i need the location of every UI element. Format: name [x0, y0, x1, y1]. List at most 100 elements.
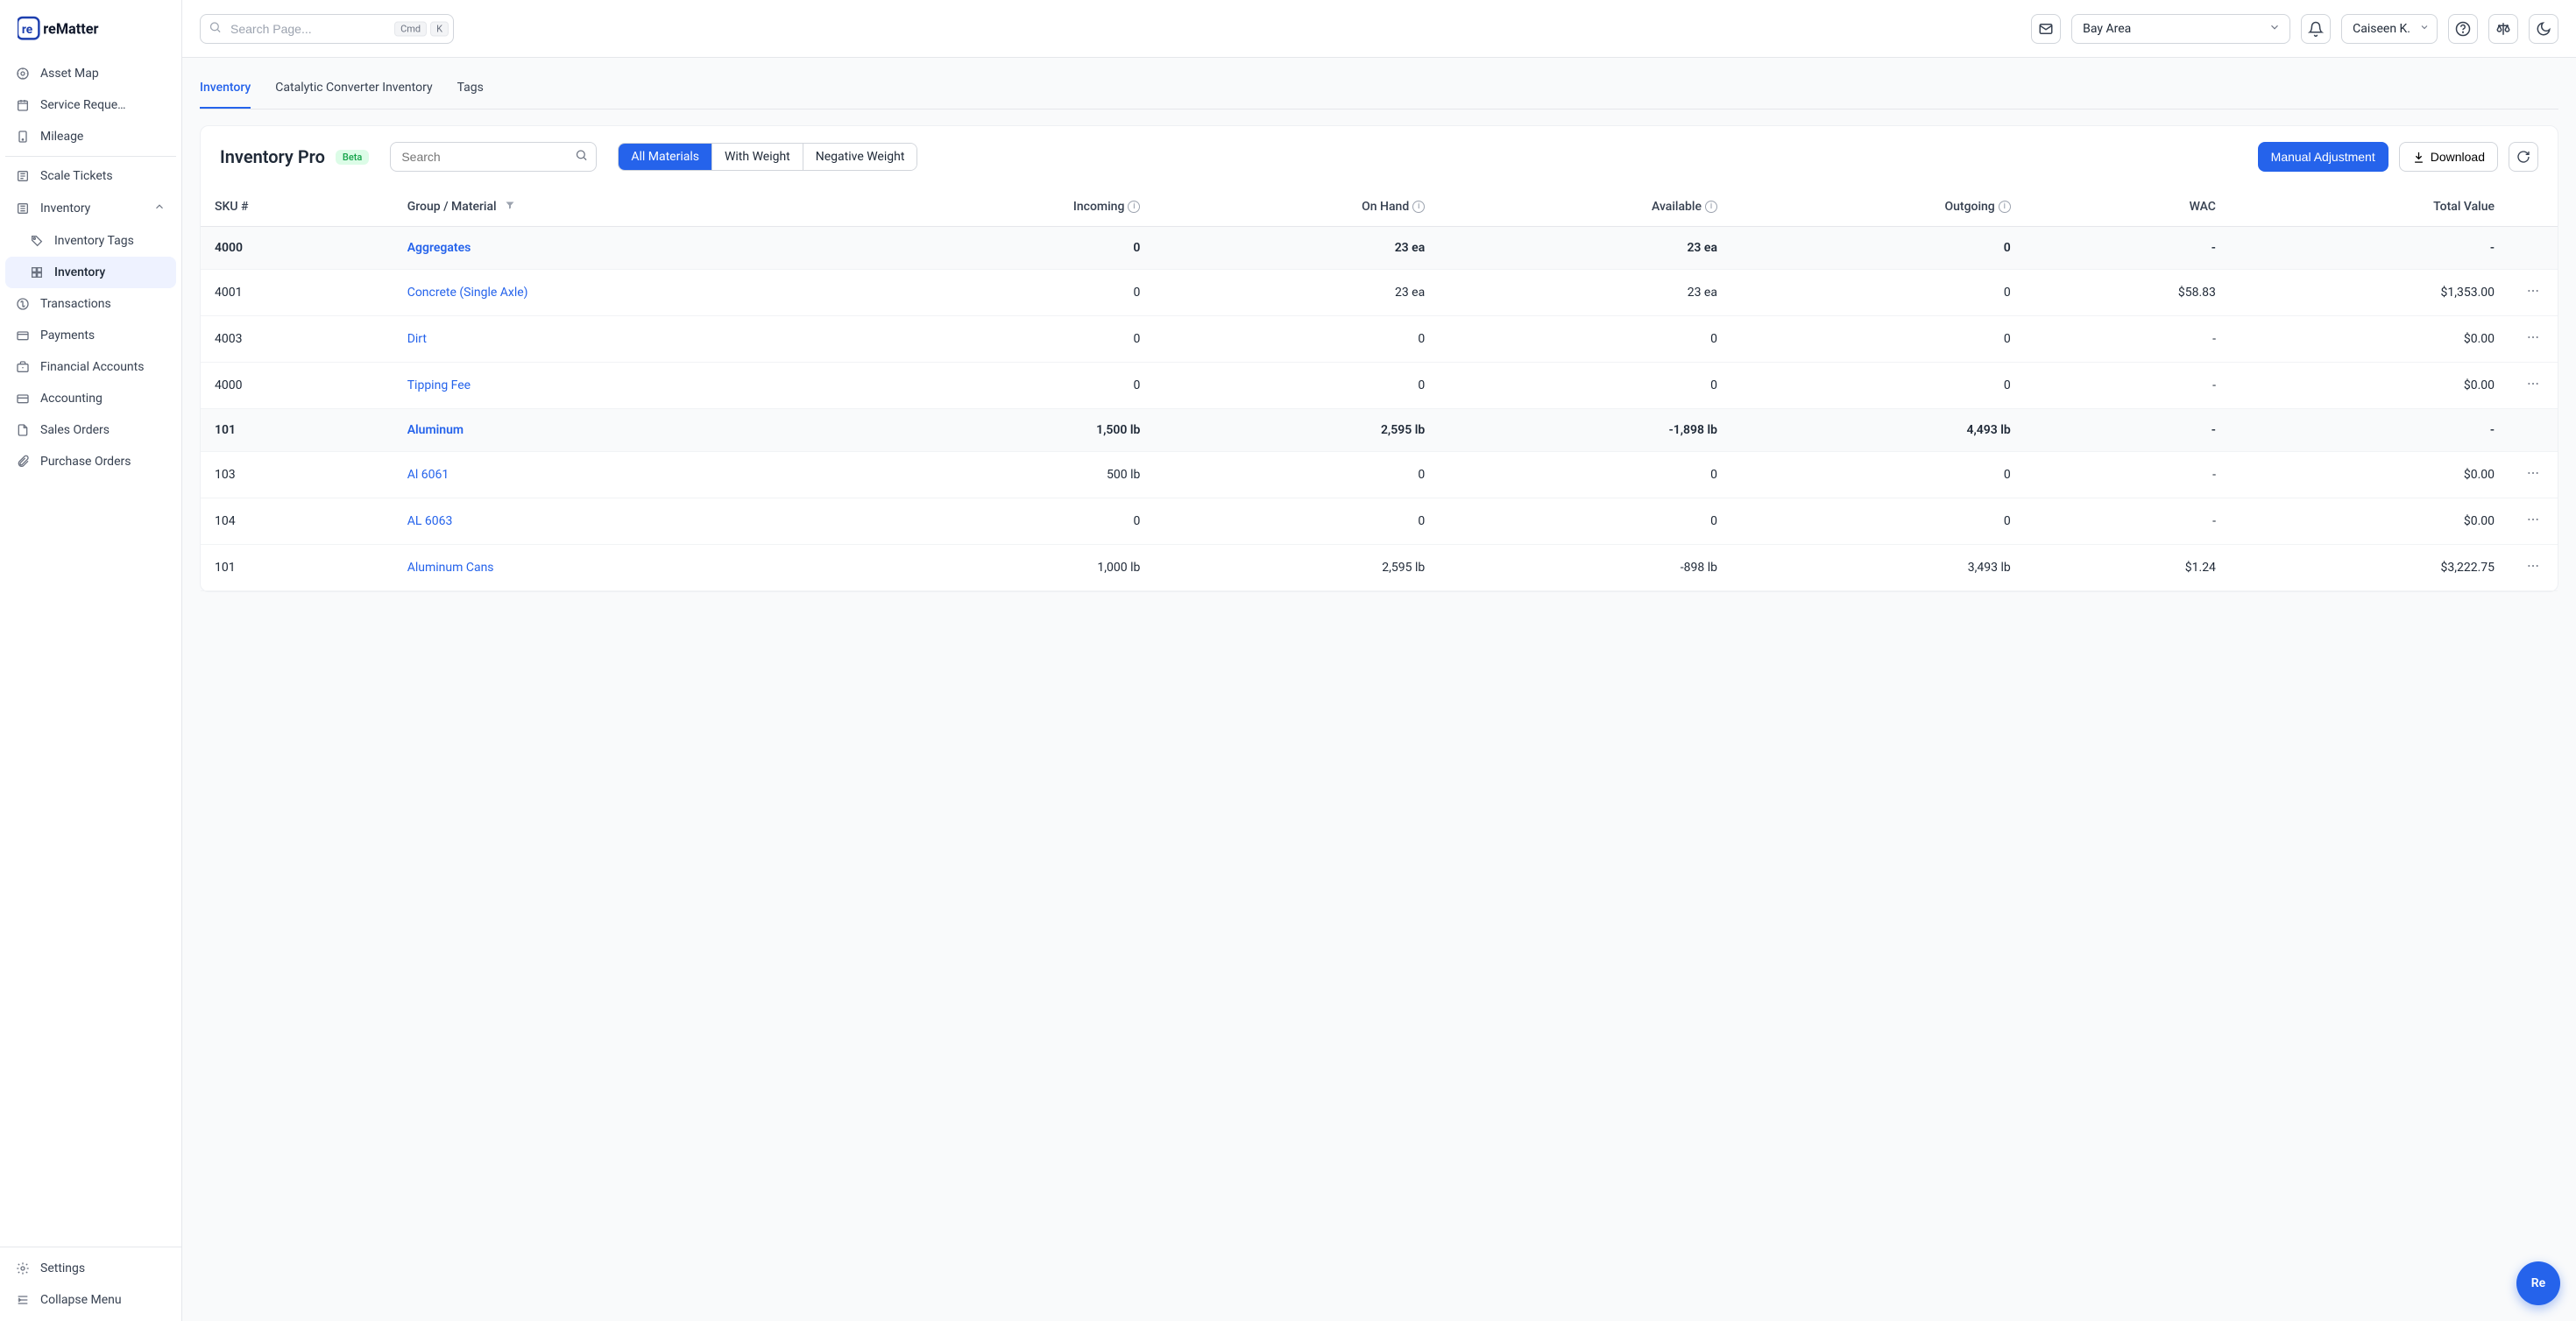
material-group-link[interactable]: Aluminum [407, 423, 464, 437]
row-actions-button[interactable] [2523, 378, 2544, 396]
mail-button[interactable] [2031, 14, 2061, 44]
filter-all-materials[interactable]: All Materials [619, 144, 711, 170]
filter-with-weight[interactable]: With Weight [711, 144, 803, 170]
col-sku[interactable]: SKU # [201, 187, 393, 227]
sidebar-item-asset-map[interactable]: Asset Map [5, 58, 176, 89]
help-button[interactable] [2448, 14, 2478, 44]
calendar-icon [16, 98, 30, 112]
search-icon [575, 149, 588, 166]
filter-icon[interactable] [505, 200, 515, 214]
col-wac[interactable]: WAC [2025, 187, 2230, 227]
cell-actions [2509, 452, 2558, 498]
table-row: 103Al 6061500 lb000-$0.00 [201, 452, 2558, 498]
ticket-icon [16, 169, 30, 183]
col-outgoing[interactable]: Outgoingi [1731, 187, 2025, 227]
chevron-down-icon [2419, 22, 2430, 36]
table-group-row: 4000Aggregates023 ea23 ea0-- [201, 227, 2558, 270]
row-actions-button[interactable] [2523, 332, 2544, 350]
svg-text:reMatter: reMatter [43, 20, 98, 37]
cell-actions [2509, 498, 2558, 545]
info-icon[interactable]: i [1705, 201, 1717, 213]
col-material[interactable]: Group / Material [393, 187, 858, 227]
beta-badge: Beta [336, 150, 369, 165]
material-link[interactable]: Tipping Fee [407, 378, 471, 392]
info-icon[interactable]: i [1412, 201, 1425, 213]
cell-sku: 101 [201, 409, 393, 452]
inventory-search-input[interactable] [390, 142, 597, 172]
material-link[interactable]: Dirt [407, 332, 427, 346]
subtab-tags[interactable]: Tags [457, 72, 484, 109]
cell-total: $0.00 [2230, 452, 2509, 498]
sidebar-item-inventory[interactable]: Inventory [5, 192, 176, 225]
material-link[interactable]: Aluminum Cans [407, 561, 494, 575]
cell-onhand: 23 ea [1154, 270, 1439, 316]
col-incoming[interactable]: Incomingi [858, 187, 1155, 227]
material-link[interactable]: Concrete (Single Axle) [407, 286, 528, 300]
cell-onhand: 2,595 lb [1154, 409, 1439, 452]
svg-text:re: re [22, 22, 33, 36]
tag-icon [30, 234, 44, 248]
cell-outgoing: 3,493 lb [1731, 545, 2025, 591]
download-label: Download [2431, 150, 2485, 164]
sidebar-item-settings[interactable]: Settings [5, 1253, 176, 1284]
kbd-cmd: Cmd [394, 21, 427, 36]
theme-toggle-button[interactable] [2529, 14, 2558, 44]
download-button[interactable]: Download [2399, 142, 2498, 172]
subtab-catalytic-converter-inventory[interactable]: Catalytic Converter Inventory [275, 72, 432, 109]
col-total[interactable]: Total Value [2230, 187, 2509, 227]
material-link[interactable]: AL 6063 [407, 514, 453, 528]
subtab-inventory[interactable]: Inventory [200, 72, 251, 109]
box-icon [16, 201, 30, 215]
sidebar-item-financial-accounts[interactable]: Financial Accounts [5, 351, 176, 383]
card-icon [16, 392, 30, 406]
search-shortcut: Cmd K [394, 21, 449, 36]
brand-logo[interactable]: re reMatter [0, 0, 181, 58]
sidebar-item-collapse-menu[interactable]: Collapse Menu [5, 1284, 176, 1316]
location-select[interactable]: Bay Area [2071, 14, 2290, 44]
sidebar-item-label: Inventory [40, 201, 90, 215]
user-menu[interactable]: Caiseen K. [2341, 14, 2438, 44]
row-actions-button[interactable] [2523, 561, 2544, 578]
table-row: 4001Concrete (Single Axle)023 ea23 ea0$5… [201, 270, 2558, 316]
col-onhand[interactable]: On Handi [1154, 187, 1439, 227]
cell-wac: - [2025, 363, 2230, 409]
material-link[interactable]: Al 6061 [407, 468, 449, 482]
sidebar-item-purchase-orders[interactable]: Purchase Orders [5, 446, 176, 477]
chat-fab[interactable]: Re [2516, 1261, 2560, 1305]
scale-button[interactable] [2488, 14, 2518, 44]
cell-wac: $58.83 [2025, 270, 2230, 316]
briefcase-icon [16, 360, 30, 374]
cell-wac: - [2025, 316, 2230, 363]
wallet-icon [16, 328, 30, 343]
row-actions-button[interactable] [2523, 468, 2544, 485]
sidebar-item-transactions[interactable]: Transactions [5, 288, 176, 320]
info-icon[interactable]: i [1128, 201, 1140, 213]
sidebar-item-inventory[interactable]: Inventory [5, 257, 176, 288]
cell-onhand: 0 [1154, 498, 1439, 545]
sidebar-item-mileage[interactable]: Mileage [5, 121, 176, 152]
sidebar-item-service-reque-[interactable]: Service Reque… [5, 89, 176, 121]
cell-sku: 4003 [201, 316, 393, 363]
cell-available: 0 [1439, 498, 1731, 545]
sidebar-item-sales-orders[interactable]: Sales Orders [5, 414, 176, 446]
sidebar-item-scale-tickets[interactable]: Scale Tickets [5, 160, 176, 192]
manual-adjustment-button[interactable]: Manual Adjustment [2258, 142, 2388, 172]
sidebar-item-label: Payments [40, 328, 95, 343]
table-row: 4000Tipping Fee0000-$0.00 [201, 363, 2558, 409]
sidebar-item-inventory-tags[interactable]: Inventory Tags [5, 225, 176, 257]
sidebar-item-label: Financial Accounts [40, 360, 144, 374]
row-actions-button[interactable] [2523, 514, 2544, 532]
cell-outgoing: 0 [1731, 227, 2025, 270]
cell-onhand: 23 ea [1154, 227, 1439, 270]
col-available[interactable]: Availablei [1439, 187, 1731, 227]
cell-wac: - [2025, 409, 2230, 452]
sidebar-item-payments[interactable]: Payments [5, 320, 176, 351]
material-group-link[interactable]: Aggregates [407, 241, 471, 255]
info-icon[interactable]: i [1999, 201, 2011, 213]
cell-total: $1,353.00 [2230, 270, 2509, 316]
filter-negative-weight[interactable]: Negative Weight [803, 144, 917, 170]
row-actions-button[interactable] [2523, 286, 2544, 303]
notifications-button[interactable] [2301, 14, 2331, 44]
refresh-button[interactable] [2509, 142, 2538, 172]
sidebar-item-accounting[interactable]: Accounting [5, 383, 176, 414]
